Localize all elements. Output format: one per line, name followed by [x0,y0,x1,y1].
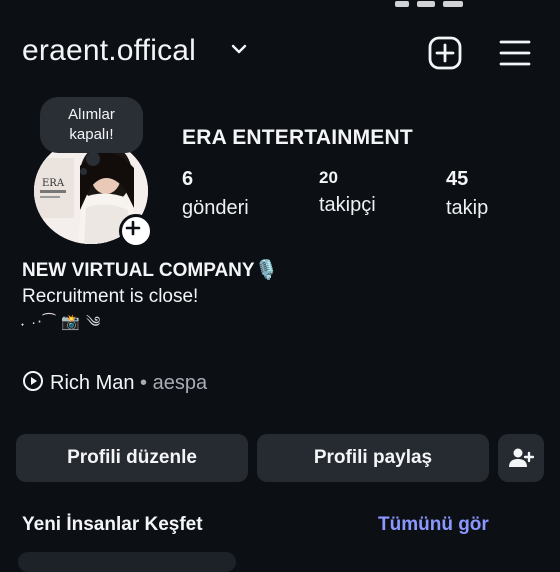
followers-stat[interactable]: 20 takipçi [319,168,376,217]
song-title: Rich Man [50,372,135,394]
svg-text:ERA: ERA [42,178,65,189]
note-bubble-tail [86,152,100,166]
bio-text: Recruitment is close! [22,286,199,307]
note-bubble-tail-small [80,168,87,175]
following-label: takip [446,197,489,219]
plus-square-icon[interactable] [428,36,462,70]
following-stat[interactable]: 45 takip [446,168,488,220]
add-person-icon [509,448,534,467]
music-separator: • [134,372,153,394]
following-count: 45 [446,168,469,190]
see-all-link[interactable]: Tümünü gör [378,514,489,536]
share-profile-button[interactable]: Profili paylaş [257,434,489,482]
chevron-down-icon[interactable] [230,42,248,56]
posts-stat[interactable]: 6 gönderi [182,168,249,220]
artist-name: aespa [152,372,208,394]
edit-profile-button[interactable]: Profili düzenle [16,434,248,482]
plus-icon [125,220,141,236]
discover-people-button[interactable] [498,434,544,482]
note-line-2: kapalı! [69,126,114,143]
posts-label: gönderi [182,197,249,219]
status-bar-fragment [395,0,515,7]
display-name: ERA ENTERTAINMENT [182,126,413,149]
followers-label: takipçi [319,194,376,216]
discover-people-title: Yeni İnsanlar Keşfet [22,514,203,535]
edit-profile-label: Profili düzenle [67,447,197,468]
profile-music[interactable]: Rich Man • aespa [22,370,207,395]
posts-count: 6 [182,168,194,190]
note-bubble[interactable]: Alımlar kapalı! [40,97,143,153]
username[interactable]: eraent.offical [22,34,196,68]
bio-title: NEW VIRTUAL COMPANY🎙️ [22,260,279,281]
note-line-1: Alımlar [68,106,115,123]
suggestion-card[interactable] [18,552,236,572]
hamburger-menu-icon[interactable] [498,36,532,70]
add-story-button[interactable] [119,214,153,248]
play-circle-icon [23,371,43,391]
bio-decoration: ˖ ·‧⁀ 📸 ༄ [20,314,102,331]
followers-count: 20 [319,168,338,187]
share-profile-label: Profili paylaş [313,447,433,468]
